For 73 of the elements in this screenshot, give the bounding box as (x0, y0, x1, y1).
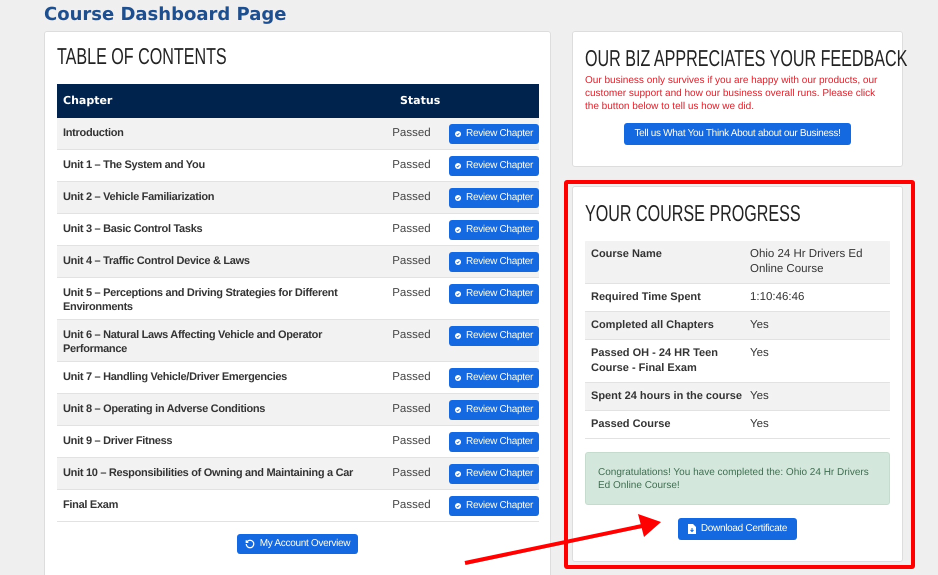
review-chapter-button[interactable]: Review Chapter (449, 220, 539, 240)
progress-value: Yes (750, 346, 770, 361)
progress-value: Yes (750, 318, 770, 333)
check-circle-icon (455, 256, 462, 267)
status-cell-text: Passed (392, 328, 432, 342)
account-overview-button[interactable]: My Account Overview (236, 534, 358, 554)
status-cell-text: Passed (392, 370, 432, 384)
status-cell-text: Passed (392, 126, 432, 140)
check-circle-icon (455, 404, 462, 415)
status-cell-text: Passed (392, 254, 432, 268)
chapter-cell-text: Final Exam (62, 498, 120, 512)
success-alert: Congratulations! You have completed the: Ohio 24 Hr Drivers Ed Online Course! (585, 452, 890, 505)
review-chapter-button[interactable]: Review Chapter (449, 432, 539, 452)
feedback-heading: OUR BIZ APPRECIATES YOUR FEEDBACK (585, 44, 908, 73)
status-cell-text: Passed (392, 434, 432, 448)
chapter-cell-text: Unit 7 – Handling Vehicle/Driver Emergencies (62, 370, 288, 384)
status-cell-text: Passed (392, 402, 432, 416)
check-circle-icon (455, 330, 462, 341)
progress-value: Yes (750, 416, 770, 432)
progress-label: Required Time Spent (590, 290, 702, 305)
check-circle-icon (455, 288, 462, 299)
undo-icon (244, 538, 255, 549)
check-circle-icon (455, 436, 462, 447)
review-chapter-button[interactable]: Review Chapter (449, 252, 539, 272)
review-chapter-button[interactable]: Review Chapter (449, 464, 539, 484)
progress-label: Passed OH - 24 HR Teen Course - Final Exam (590, 346, 719, 376)
check-circle-icon (455, 160, 462, 171)
chapter-cell-text: Unit 1 – The System and You (62, 158, 206, 172)
chapter-cell-text: Unit 5 – Perceptions and Driving Strategies for Different Environments (62, 286, 339, 314)
progress-label: Completed all Chapters (590, 318, 715, 333)
review-chapter-button[interactable]: Review Chapter (449, 368, 539, 388)
progress-heading: YOUR COURSE PROGRESS (585, 199, 801, 228)
download-certificate-button[interactable]: Download Certificate (678, 518, 798, 540)
chapter-cell-text: Unit 10 – Responsibilities of Owning and Maintaining a Car (62, 466, 354, 480)
progress-label: Course Name (590, 246, 663, 262)
chapter-cell-text: Unit 9 – Driver Fitness (62, 434, 174, 448)
toc-heading: TABLE OF CONTENTS (57, 42, 227, 71)
check-circle-icon (455, 224, 462, 235)
document-icon (688, 524, 696, 534)
check-circle-icon (455, 468, 462, 479)
progress-value: Yes (750, 388, 770, 404)
check-circle-icon (455, 128, 462, 139)
page-title: Course Dashboard Page (44, 3, 288, 27)
check-circle-icon (455, 372, 462, 383)
progress-label: Passed Course (590, 416, 672, 432)
chapter-cell-text: Unit 4 – Traffic Control Device & Laws (62, 254, 251, 268)
progress-label: Spent 24 hours in the course (590, 388, 743, 404)
review-chapter-button[interactable]: Review Chapter (449, 156, 539, 176)
status-cell-text: Passed (392, 286, 432, 300)
status-cell-text: Passed (392, 222, 432, 236)
check-circle-icon (455, 192, 462, 203)
chapter-cell-text: Unit 8 – Operating in Adverse Conditions (62, 402, 266, 416)
progress-value: Ohio 24 Hr Drivers Ed Online Course (750, 246, 864, 277)
column-header: Status (399, 94, 442, 108)
chapter-cell-text: Unit 6 – Natural Laws Affecting Vehicle and Operator Performance (62, 328, 324, 356)
status-cell-text: Passed (392, 158, 432, 172)
chapter-cell-text: Unit 2 – Vehicle Familiarization (62, 190, 216, 204)
chapter-cell-text: Unit 3 – Basic Control Tasks (62, 222, 204, 236)
feedback-text: Our business only survives if you are happy with our products, our customer support and how our business overall runs. Please click the button below to tell us how we did. (585, 74, 878, 113)
status-cell-text: Passed (392, 498, 432, 512)
feedback-button[interactable]: Tell us What You Think About about our Business! (624, 122, 851, 145)
status-cell-text: Passed (392, 466, 432, 480)
review-chapter-button[interactable]: Review Chapter (449, 400, 539, 420)
review-chapter-button[interactable]: Review Chapter (449, 188, 539, 208)
review-chapter-button[interactable]: Review Chapter (449, 496, 539, 516)
review-chapter-button[interactable]: Review Chapter (449, 326, 539, 346)
progress-value: 1:10:46:46 (750, 290, 806, 305)
column-header: Chapter (62, 94, 114, 108)
status-cell-text: Passed (392, 190, 432, 204)
review-chapter-button[interactable]: Review Chapter (449, 284, 539, 304)
chapter-cell-text: Introduction (62, 126, 125, 140)
review-chapter-button[interactable]: Review Chapter (449, 124, 539, 144)
check-circle-icon (455, 500, 462, 511)
